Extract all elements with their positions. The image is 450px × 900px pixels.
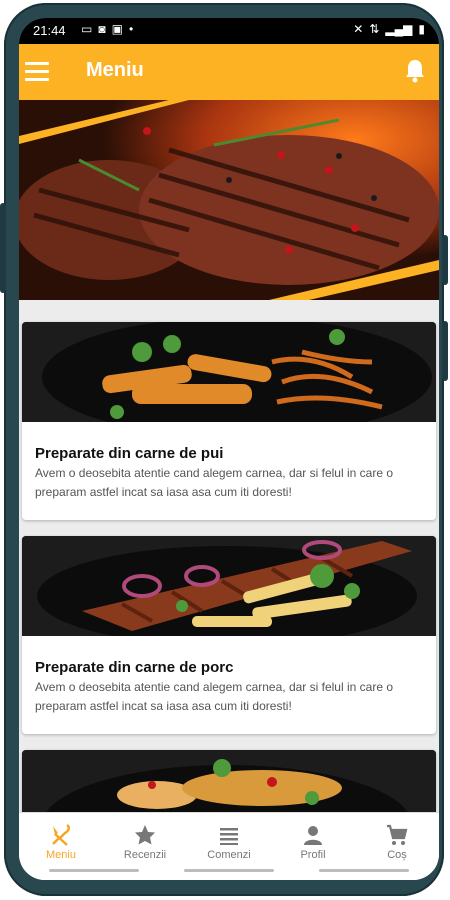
category-card-partial[interactable] bbox=[22, 750, 436, 812]
notification-icons: ▭ ◙ ▣ • bbox=[81, 22, 133, 36]
star-icon bbox=[135, 825, 155, 845]
category-card-chicken[interactable]: Preparate din carne de pui Avem o deoseb… bbox=[22, 322, 436, 520]
battery-icon: ▮ bbox=[418, 22, 425, 36]
image-icon: ▣ bbox=[111, 22, 123, 36]
category-title: Preparate din carne de pui bbox=[35, 445, 224, 462]
status-bar: 21:44 ▭ ◙ ▣ • ✕ ⇅ ▂▄▆ ▮ bbox=[19, 18, 439, 44]
chicken-dish-image bbox=[22, 322, 436, 422]
page-title: Meniu bbox=[86, 59, 144, 81]
category-title: Preparate din carne de porc bbox=[35, 659, 234, 676]
app-bar: Meniu bbox=[19, 44, 439, 100]
bell-icon[interactable] bbox=[403, 58, 427, 84]
nav-label: Comenzi bbox=[207, 849, 251, 861]
phone-frame: 21:44 ▭ ◙ ▣ • ✕ ⇅ ▂▄▆ ▮ Meniu Preparate … bbox=[0, 3, 448, 896]
list-icon bbox=[220, 828, 238, 845]
system-gesture-bar bbox=[19, 864, 439, 880]
fish-dish-image bbox=[22, 750, 436, 812]
person-icon bbox=[304, 826, 322, 845]
system-icons: ✕ ⇅ ▂▄▆ ▮ bbox=[353, 22, 425, 36]
menu-content[interactable]: Preparate din carne de pui Avem o deoseb… bbox=[19, 100, 439, 812]
hamburger-menu-icon[interactable] bbox=[25, 62, 49, 82]
category-description: Avem o deosebita atentie cand alegem car… bbox=[35, 680, 393, 713]
android-icon: ◙ bbox=[98, 22, 106, 36]
mute-icon: ✕ bbox=[353, 22, 364, 36]
screen-icon: ▭ bbox=[81, 22, 93, 36]
data-icon: ⇅ bbox=[369, 22, 380, 36]
category-description: Avem o deosebita atentie cand alegem car… bbox=[35, 466, 393, 499]
dot-icon: • bbox=[128, 22, 134, 36]
cart-icon bbox=[387, 824, 408, 845]
category-card-pork[interactable]: Preparate din carne de porc Avem o deose… bbox=[22, 536, 436, 734]
signal-icon: ▂▄▆ bbox=[385, 22, 413, 36]
phone-side-button bbox=[442, 235, 448, 285]
nav-label: Coș bbox=[387, 849, 407, 861]
nav-label: Meniu bbox=[46, 849, 76, 861]
nav-label: Profil bbox=[300, 849, 326, 861]
nav-label: Recenzii bbox=[123, 849, 167, 861]
hero-banner-image bbox=[19, 100, 439, 300]
app-screen: 21:44 ▭ ◙ ▣ • ✕ ⇅ ▂▄▆ ▮ Meniu Preparate … bbox=[19, 18, 439, 880]
pork-dish-image bbox=[22, 536, 436, 636]
phone-side-button bbox=[442, 321, 448, 381]
cutlery-icon bbox=[52, 823, 70, 846]
phone-side-button bbox=[0, 203, 6, 293]
status-time: 21:44 bbox=[33, 23, 66, 38]
